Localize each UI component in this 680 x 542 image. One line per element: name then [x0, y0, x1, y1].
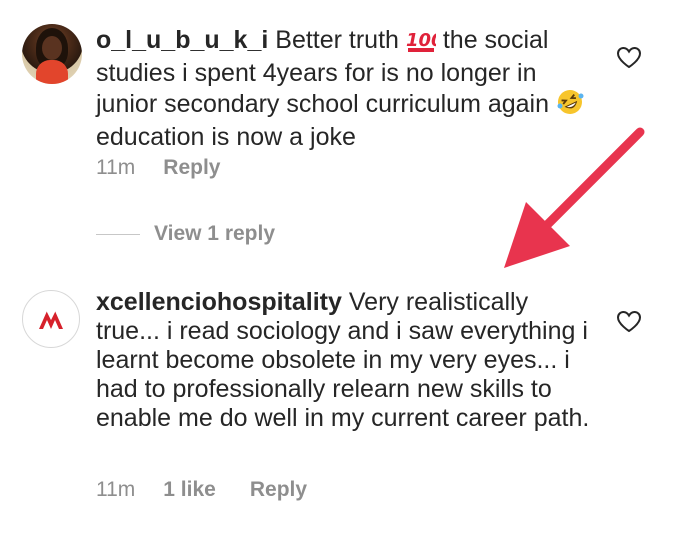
comment-text: xcellenciohospitality Very realistically…	[96, 288, 596, 433]
brand-logo-icon	[39, 310, 63, 329]
username[interactable]: xcellenciohospitality	[96, 288, 342, 316]
heart-outline-icon[interactable]	[616, 46, 642, 70]
comment-meta: 11m Reply	[96, 156, 220, 180]
username[interactable]: o_l_u_b_u_k_i	[96, 26, 268, 54]
reply-button[interactable]: Reply	[250, 478, 307, 502]
divider-line	[96, 233, 140, 235]
comment-time: 11m	[96, 478, 136, 501]
svg-text:100: 100	[406, 30, 436, 51]
view-replies-button[interactable]: View 1 reply	[96, 222, 275, 246]
avatar[interactable]	[22, 24, 82, 84]
hundred-points-emoji: 100	[406, 28, 443, 59]
rolling-laughing-emoji	[556, 88, 584, 123]
comment-meta: 11m 1 like Reply	[96, 478, 307, 502]
reply-button[interactable]: Reply	[163, 156, 220, 180]
avatar[interactable]	[22, 290, 80, 348]
red-arrow-annotation	[504, 127, 645, 268]
heart-outline-icon[interactable]	[616, 310, 642, 334]
comment-body-part1: Better truth	[275, 26, 399, 54]
comment-time: 11m	[96, 156, 136, 179]
view-replies-label: View 1 reply	[154, 222, 276, 245]
comment-body-part3: education is now a joke	[96, 123, 356, 151]
likes-count[interactable]: 1 like	[163, 478, 216, 502]
